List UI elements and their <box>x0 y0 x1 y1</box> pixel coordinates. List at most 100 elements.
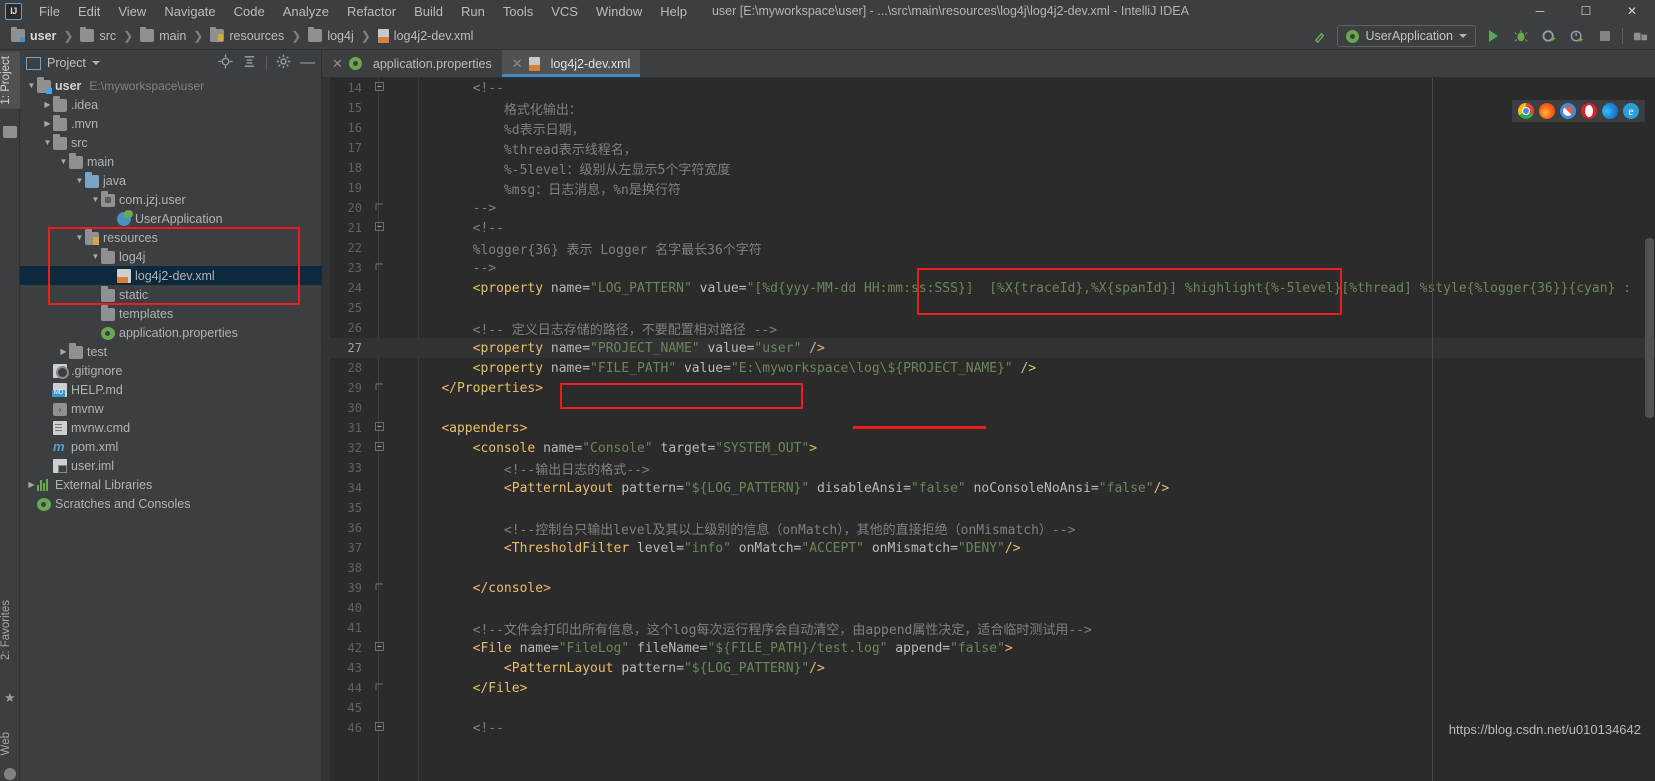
collapse-all-icon[interactable] <box>242 54 257 72</box>
tree-node-log4j2-dev-xml[interactable]: log4j2-dev.xml <box>20 266 322 285</box>
tab-application-properties[interactable]: ✕ application.properties <box>322 50 502 77</box>
tree-node-mvnw-cmd[interactable]: mvnw.cmd <box>20 418 322 437</box>
sidebar-item-favorites[interactable]: 2: Favorites <box>0 596 20 664</box>
vertical-scrollbar-thumb[interactable] <box>1645 238 1654 418</box>
breadcrumb-item-5[interactable]: log4j2-dev.xml <box>375 27 477 45</box>
chevron-down-icon[interactable]: ▼ <box>26 81 37 90</box>
project-tree[interactable]: ▼ user E:\myworkspace\user ▶ .idea ▶ .mvn ▼ src ▼… <box>20 76 322 781</box>
tree-node--gitignore[interactable]: .gitignore <box>20 361 322 380</box>
code-line-30[interactable]: 30 <box>322 398 1655 418</box>
hide-icon[interactable]: — <box>300 55 315 70</box>
tree-node-java[interactable]: ▼ java <box>20 171 322 190</box>
fold-toggle-icon[interactable] <box>370 222 388 234</box>
code-line-24[interactable]: 24 <property name="LOG_PATTERN" value="[… <box>322 278 1655 298</box>
sidebar-item-web[interactable]: Web <box>0 728 20 759</box>
code-line-40[interactable]: 40 <box>322 598 1655 618</box>
code-line-22[interactable]: 22 %logger{36} 表示 Logger 名字最长36个字符 <box>322 238 1655 258</box>
tree-node-mvnw[interactable]: › mvnw <box>20 399 322 418</box>
close-icon[interactable]: ✕ <box>512 57 523 70</box>
menu-item-help[interactable]: Help <box>651 2 696 21</box>
locate-icon[interactable] <box>218 54 233 72</box>
chevron-right-icon[interactable]: ▶ <box>58 347 69 356</box>
code-line-32[interactable]: 32 <console name="Console" target="SYSTE… <box>322 438 1655 458</box>
breadcrumb-item-1[interactable]: src <box>77 27 119 45</box>
run-with-coverage-icon[interactable] <box>1538 25 1560 47</box>
menu-item-tools[interactable]: Tools <box>494 2 542 21</box>
code-line-15[interactable]: 15 格式化输出： <box>322 98 1655 118</box>
code-line-25[interactable]: 25 <box>322 298 1655 318</box>
chevron-right-icon[interactable]: ▶ <box>42 100 53 109</box>
code-line-17[interactable]: 17 %thread表示线程名， <box>322 138 1655 158</box>
fold-toggle-icon[interactable] <box>370 582 388 594</box>
chevron-down-icon[interactable]: ▼ <box>74 176 85 185</box>
stop-icon[interactable] <box>1594 25 1616 47</box>
tree-node-scratches-and-consoles[interactable]: Scratches and Consoles <box>20 494 322 513</box>
code-line-37[interactable]: 37 <ThresholdFilter level="info" onMatch… <box>322 538 1655 558</box>
code-line-27[interactable]: 27 <property name="PROJECT_NAME" value="… <box>322 338 1655 358</box>
breadcrumb-item-0[interactable]: user <box>8 27 59 45</box>
code-line-35[interactable]: 35 <box>322 498 1655 518</box>
close-button[interactable]: ✕ <box>1609 0 1655 22</box>
tree-node-user-iml[interactable]: user.iml <box>20 456 322 475</box>
tree-node-external-libraries[interactable]: ▶ External Libraries <box>20 475 322 494</box>
fold-toggle-icon[interactable] <box>370 682 388 694</box>
fold-toggle-icon[interactable] <box>370 642 388 654</box>
minimize-button[interactable]: ─ <box>1517 0 1563 22</box>
menu-item-edit[interactable]: Edit <box>69 2 109 21</box>
browser-launcher-bar[interactable] <box>1512 100 1645 122</box>
opera-icon[interactable] <box>1581 103 1597 119</box>
chrome-icon[interactable] <box>1518 103 1534 119</box>
code-line-19[interactable]: 19 %msg：日志消息，%n是换行符 <box>322 178 1655 198</box>
close-icon[interactable]: ✕ <box>332 57 343 70</box>
tree-node-com-jzj-user[interactable]: ▼ com.jzj.user <box>20 190 322 209</box>
menu-item-file[interactable]: File <box>30 2 69 21</box>
fold-toggle-icon[interactable] <box>370 722 388 734</box>
menu-item-navigate[interactable]: Navigate <box>155 2 224 21</box>
edge-icon[interactable] <box>1602 103 1618 119</box>
menu-item-window[interactable]: Window <box>587 2 651 21</box>
chevron-down-icon[interactable] <box>91 61 100 65</box>
tree-node-pom-xml[interactable]: m pom.xml <box>20 437 322 456</box>
safari-icon[interactable] <box>1560 103 1576 119</box>
code-editor[interactable]: 14 <!-- 15 格式化输出： 16 %d表示日期， 17 %thread表示线程… <box>322 78 1655 781</box>
tree-node-src[interactable]: ▼ src <box>20 133 322 152</box>
tree-node--idea[interactable]: ▶ .idea <box>20 95 322 114</box>
code-line-42[interactable]: 42 <File name="FileLog" fileName="${FILE… <box>322 638 1655 658</box>
chevron-down-icon[interactable]: ▼ <box>74 233 85 242</box>
fold-toggle-icon[interactable] <box>370 422 388 434</box>
code-line-14[interactable]: 14 <!-- <box>322 78 1655 98</box>
chevron-down-icon[interactable]: ▼ <box>58 157 69 166</box>
menu-item-analyze[interactable]: Analyze <box>274 2 338 21</box>
chevron-right-icon[interactable]: ▶ <box>42 119 53 128</box>
tree-node-resources[interactable]: ▼ resources <box>20 228 322 247</box>
menu-item-refactor[interactable]: Refactor <box>338 2 405 21</box>
menu-item-vcs[interactable]: VCS <box>542 2 587 21</box>
tree-node-test[interactable]: ▶ test <box>20 342 322 361</box>
breadcrumb-item-4[interactable]: log4j <box>305 27 356 45</box>
tree-node-application-properties[interactable]: application.properties <box>20 323 322 342</box>
code-line-33[interactable]: 33 <!--输出日志的格式--> <box>322 458 1655 478</box>
fold-toggle-icon[interactable] <box>370 382 388 394</box>
tree-node--mvn[interactable]: ▶ .mvn <box>20 114 322 133</box>
code-line-28[interactable]: 28 <property name="FILE_PATH" value="E:\… <box>322 358 1655 378</box>
code-line-29[interactable]: 29 </Properties> <box>322 378 1655 398</box>
run-icon[interactable] <box>1482 25 1504 47</box>
tree-node-userapplication[interactable]: UserApplication <box>20 209 322 228</box>
code-line-16[interactable]: 16 %d表示日期， <box>322 118 1655 138</box>
code-line-23[interactable]: 23 --> <box>322 258 1655 278</box>
firefox-icon[interactable] <box>1539 103 1555 119</box>
chevron-right-icon[interactable]: ▶ <box>26 480 37 489</box>
hammer-icon[interactable] <box>1309 25 1331 47</box>
sidebar-item-project[interactable]: 1: Project <box>0 52 20 109</box>
profiler-icon[interactable] <box>1566 25 1588 47</box>
code-line-20[interactable]: 20 --> <box>322 198 1655 218</box>
tree-node-help-md[interactable]: HELP.md <box>20 380 322 399</box>
fold-toggle-icon[interactable] <box>370 442 388 454</box>
fold-toggle-icon[interactable] <box>370 202 388 214</box>
ie-icon[interactable] <box>1623 103 1639 119</box>
chevron-down-icon[interactable]: ▼ <box>42 138 53 147</box>
code-line-31[interactable]: 31 <appenders> <box>322 418 1655 438</box>
tree-node-static[interactable]: static <box>20 285 322 304</box>
chevron-down-icon[interactable]: ▼ <box>90 195 101 204</box>
chevron-down-icon[interactable]: ▼ <box>90 252 101 261</box>
